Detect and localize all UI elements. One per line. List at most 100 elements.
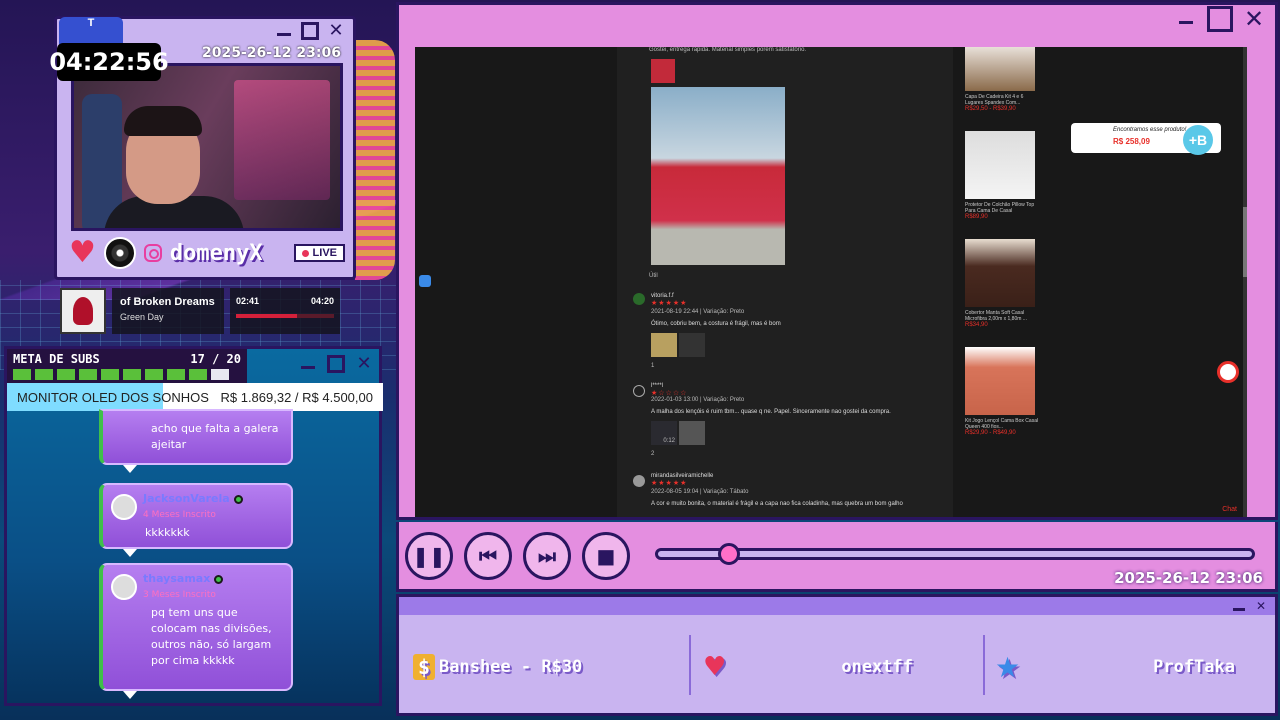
product-title: Cobertor Manta Soft Casal Microfibra 2,0… — [965, 310, 1027, 322]
scrollbar[interactable] — [1243, 47, 1247, 517]
badge-icon — [233, 494, 243, 504]
maximize-icon[interactable] — [301, 22, 319, 40]
maximize-icon[interactable] — [327, 355, 345, 373]
helpful-count[interactable]: 1 — [651, 363, 654, 369]
seek-bar[interactable] — [655, 543, 1255, 565]
product-card[interactable]: Capa De Cadeira Kit 4 e 6 Lugares Spande… — [965, 47, 1039, 112]
review-thumbnail[interactable] — [651, 333, 677, 357]
song-progress-fill — [236, 314, 297, 318]
song-info: of Broken Dreams Green Day — [112, 288, 224, 334]
stop-button[interactable]: ■ — [582, 532, 630, 580]
donation-goal-bar: MONITOR OLED DOS SONHOS R$ 1.869,32 / R$… — [7, 383, 383, 411]
player-date: 2025-26-12 23:06 — [1114, 569, 1263, 587]
scrollbar-thumb[interactable] — [1243, 207, 1247, 277]
live-badge: LIVE — [293, 244, 345, 262]
maximize-icon[interactable] — [1207, 6, 1233, 32]
cashback-badge-icon[interactable]: +B — [1183, 125, 1213, 155]
song-elapsed: 02:41 — [236, 296, 260, 306]
review-stars: ★☆☆☆☆ — [651, 390, 688, 397]
sub-goal-cell — [211, 369, 229, 380]
close-icon[interactable] — [1255, 600, 1267, 612]
synthwave-sun — [355, 40, 395, 280]
product-image — [965, 239, 1035, 307]
minimize-icon[interactable] — [1233, 600, 1245, 612]
product-card[interactable]: Protetor De Colchão Pillow Top Para Cama… — [965, 131, 1039, 220]
chat-bubble-tail — [123, 465, 137, 473]
product-image — [965, 131, 1035, 199]
browser-titlebar — [399, 5, 1275, 33]
dollar-icon: $ — [413, 654, 435, 680]
product-price: R$89,90 — [965, 214, 988, 220]
last-follower-text: onextff — [841, 657, 913, 677]
extension-icon[interactable] — [1217, 361, 1239, 383]
minimize-icon[interactable] — [1173, 6, 1199, 32]
song-artist: Green Day — [120, 312, 164, 322]
reviews-column: Gostei, entrega rápida. Material simples… — [617, 47, 953, 517]
previous-button[interactable]: ⏮ — [464, 532, 512, 580]
review-meta: 2021-08-19 22:44 | Variação: Preto — [651, 309, 745, 315]
sub-goal: META DE SUBS 17 / 20 — [7, 349, 247, 383]
stream-clock: 04:22:56 — [49, 43, 169, 81]
recommended-products: Capa De Cadeira Kit 4 e 6 Lugares Spande… — [965, 47, 1039, 517]
chat-message: JacksonVarela 4 Meses Inscrito kkkkkkk — [99, 483, 293, 557]
last-follower: ♥ onextff — [703, 637, 983, 697]
last-donation: $ Banshee - R$30 — [413, 637, 582, 697]
product-card[interactable]: Cobertor Manta Soft Casal Microfibra 2,0… — [965, 239, 1039, 328]
sub-goal-cell — [79, 369, 97, 380]
last-donation-text: Banshee - R$30 — [439, 657, 583, 677]
streamer-hair — [124, 106, 202, 136]
sub-goal-cell — [189, 369, 207, 380]
close-icon[interactable] — [1241, 6, 1267, 32]
chat-message: thaysamax 3 Meses Inscrito pq tem uns qu… — [99, 563, 293, 699]
product-price: R$29,90 - R$49,90 — [965, 430, 1016, 436]
helpful-count[interactable]: Útil — [649, 273, 658, 279]
background-shelf — [234, 80, 330, 200]
seek-knob[interactable] — [718, 543, 741, 565]
song-title: of Broken Dreams — [120, 296, 215, 308]
product-card[interactable]: Kit Jogo Lençol Cama Box Casal Queen 400… — [965, 347, 1039, 436]
sub-goal-cell — [35, 369, 53, 380]
chat-window: META DE SUBS 17 / 20 MONITOR OLED DOS SO… — [4, 346, 383, 706]
pause-button[interactable]: ❚❚ — [405, 532, 453, 580]
avatar — [633, 475, 645, 487]
review-photo[interactable] — [651, 87, 785, 265]
last-subscriber-text: ProfTaka — [1153, 657, 1235, 677]
chat-bubble-tail — [123, 549, 137, 557]
review-meta: 2022-01-03 13:00 | Variação: Preto — [651, 397, 745, 403]
chat-username[interactable]: JacksonVarela — [143, 491, 230, 507]
product-image — [965, 347, 1035, 415]
alerts-panel: $ Banshee - R$30 ♥ onextff ★ ProfTaka — [396, 594, 1278, 716]
badge-icon — [214, 574, 224, 584]
avatar — [633, 385, 645, 397]
product-price: R$29,50 - R$39,90 — [965, 106, 1016, 112]
sub-goal-cell — [13, 369, 31, 380]
close-icon[interactable] — [355, 355, 373, 373]
close-icon[interactable] — [327, 22, 345, 40]
now-playing: of Broken Dreams Green Day 02:41 04:20 — [60, 288, 350, 334]
chat-username[interactable]: thaysamax — [143, 571, 210, 587]
translate-icon[interactable] — [419, 275, 431, 287]
chat-message-text: acho que falta a galera ajeitar — [151, 422, 279, 451]
review-thumbnail[interactable] — [651, 59, 675, 83]
review-meta: 2022-08-05 19:04 | Variação: Tábato — [651, 489, 749, 495]
grenade-heart-icon — [73, 297, 93, 325]
chat-message-text: kkkkkkk — [145, 526, 190, 539]
next-button[interactable]: ⏭ — [523, 532, 571, 580]
review-video-thumbnail[interactable]: 0:12 — [651, 421, 677, 445]
review-thumbnail[interactable] — [679, 333, 705, 357]
heart-icon: ♥ — [703, 652, 727, 682]
cam-footer: ♥ domenyX LIVE — [69, 237, 345, 269]
chat-message: acho que falta a galera ajeitar — [99, 409, 293, 473]
heart-icon: ♥ — [69, 235, 96, 270]
helpful-count[interactable]: 2 — [651, 451, 654, 457]
chat-link[interactable]: Chat — [1222, 506, 1237, 513]
sub-months: 3 Meses Inscrito — [143, 590, 216, 600]
review-thumbnail[interactable] — [679, 421, 705, 445]
minimize-icon[interactable] — [275, 22, 293, 40]
review-stars: ★★★★★ — [651, 480, 688, 487]
minimize-icon[interactable] — [299, 355, 317, 373]
video-duration: 0:12 — [663, 438, 675, 444]
cam-tab: T — [59, 17, 123, 45]
streamer-name: domenyX — [169, 240, 263, 266]
instagram-icon — [143, 244, 162, 262]
